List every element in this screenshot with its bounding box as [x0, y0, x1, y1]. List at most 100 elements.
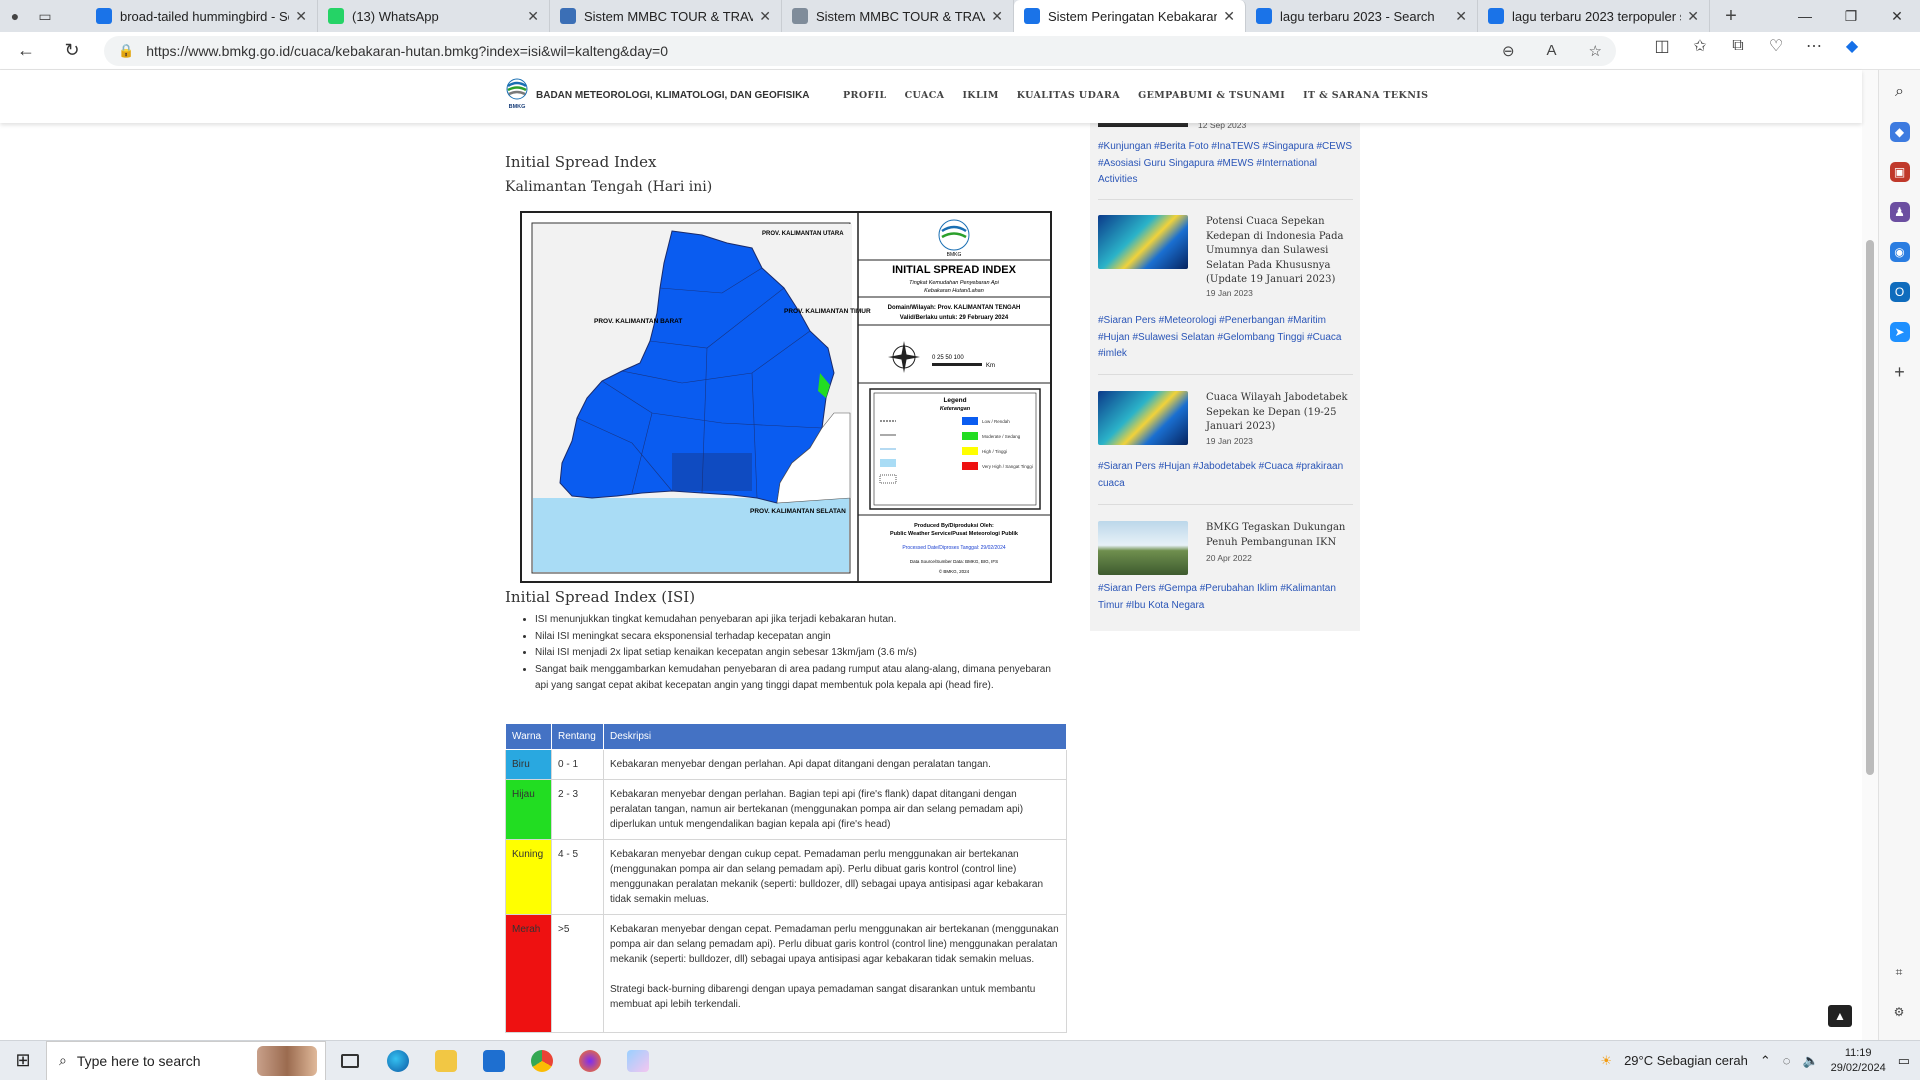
collections-icon[interactable]: ⧉ — [1726, 37, 1750, 55]
read-aloud-icon[interactable]: A — [1547, 42, 1557, 60]
paint-app-icon[interactable] — [614, 1041, 662, 1080]
page-scrollbar[interactable] — [1862, 70, 1878, 1040]
outlook-icon[interactable]: O — [1889, 282, 1910, 302]
screenshot-icon[interactable]: ⌗ — [1889, 962, 1909, 982]
nav-item[interactable]: PROFIL — [843, 90, 887, 101]
search-icon[interactable]: ⌕ — [1890, 82, 1910, 102]
back-button[interactable]: ← — [8, 33, 44, 69]
close-tab-icon[interactable]: ✕ — [295, 8, 307, 25]
site-name[interactable]: BADAN METEOROLOGI, KLIMATOLOGI, DAN GEOF… — [536, 90, 810, 101]
bullet-item: ISI menunjukkan tingkat kemudahan penyeb… — [535, 612, 1055, 629]
firefox-app-icon[interactable] — [566, 1041, 614, 1080]
browser-tab[interactable]: broad-tailed hummingbird - Se ✕ — [86, 0, 318, 32]
logo-text: BMKG — [509, 104, 526, 110]
more-menu-icon[interactable]: ⋯ — [1802, 36, 1826, 56]
minimize-button[interactable]: — — [1782, 8, 1828, 25]
close-tab-icon[interactable]: ✕ — [1223, 8, 1235, 25]
close-window-button[interactable]: ✕ — [1874, 8, 1920, 25]
range-cell: 2 - 3 — [551, 779, 604, 840]
news-title[interactable]: Cuaca Wilayah Jabodetabek Sepekan ke Dep… — [1206, 391, 1351, 435]
close-tab-icon[interactable]: ✕ — [991, 8, 1003, 25]
taskbar-search-box[interactable]: ⌕ Type here to search — [46, 1040, 326, 1080]
news-item[interactable]: BMKG Tegaskan Dukungan Penuh Pembangunan… — [1098, 521, 1353, 581]
browser-tab[interactable]: Sistem MMBC TOUR & TRAVEL ✕ — [782, 0, 1014, 32]
clock[interactable]: 11:19 29/02/2024 — [1831, 1046, 1886, 1076]
news-tags[interactable]: #Kunjungan #Berita Foto #InaTEWS #Singap… — [1098, 139, 1353, 189]
weather-text[interactable]: 29°C Sebagian cerah — [1624, 1053, 1748, 1068]
news-thumbnail[interactable] — [1098, 391, 1188, 445]
close-tab-icon[interactable]: ✕ — [527, 8, 539, 25]
nav-item[interactable]: CUACA — [905, 90, 945, 101]
nav-item[interactable]: IKLIM — [962, 90, 998, 101]
browser-tab[interactable]: (13) WhatsApp ✕ — [318, 0, 550, 32]
zoom-icon[interactable]: ⊖ — [1502, 42, 1515, 60]
windows-start-icon[interactable]: ⊞ — [0, 1041, 46, 1080]
desc-cell: Kebakaran menyebar dengan perlahan. Api … — [603, 749, 1067, 780]
add-sidebar-icon[interactable]: + — [1890, 362, 1910, 382]
network-icon[interactable]: ◌ — [1783, 1053, 1791, 1068]
show-hidden-icons[interactable]: ⌃ — [1760, 1053, 1771, 1069]
tools-icon[interactable]: ▣ — [1889, 162, 1910, 182]
shopping-icon[interactable]: ◆ — [1889, 122, 1910, 142]
news-item[interactable]: Cuaca Wilayah Jabodetabek Sepekan ke Dep… — [1098, 391, 1353, 451]
label-kalut: PROV. KALIMANTAN UTARA — [762, 231, 844, 237]
news-item[interactable]: Potensi Cuaca Sepekan Kedepan di Indones… — [1098, 215, 1353, 298]
favorite-star-icon[interactable]: ☆ — [1589, 42, 1602, 60]
browser-tab[interactable]: lagu terbaru 2023 terpopuler sa ✕ — [1478, 0, 1710, 32]
nav-item[interactable]: KUALITAS UDARA — [1017, 90, 1120, 101]
taskbar-search-placeholder: Type here to search — [76, 1052, 201, 1069]
settings-icon[interactable]: ⚙ — [1889, 1002, 1909, 1022]
news-thumbnail[interactable] — [1098, 521, 1188, 575]
desc-text: Kebakaran menyebar dengan perlahan. Bagi… — [610, 789, 1024, 830]
restore-button[interactable]: ❐ — [1828, 8, 1874, 25]
weather-icon[interactable]: ☀ — [1600, 1053, 1612, 1069]
site-header: BMKG BADAN METEOROLOGI, KLIMATOLOGI, DAN… — [0, 70, 1862, 123]
tab-title: lagu terbaru 2023 - Search — [1280, 8, 1435, 24]
news-tags[interactable]: #Siaran Pers #Gempa #Perubahan Iklim #Ka… — [1098, 581, 1353, 614]
isi-map-image[interactable]: PROV. KALIMANTAN BARAT PROV. KALIMANTAN … — [520, 211, 1052, 583]
profile-icon[interactable]: ● — [0, 1, 30, 31]
desc-cell: Kebakaran menyebar dengan cukup cepat. P… — [603, 839, 1067, 915]
favorites-icon[interactable]: ✩ — [1688, 36, 1712, 56]
tab-actions-icon[interactable]: ▭ — [30, 1, 60, 31]
browser-tab[interactable]: Sistem Peringatan Kebakaran H ✕ — [1014, 0, 1246, 32]
close-tab-icon[interactable]: ✕ — [759, 8, 771, 25]
url-field[interactable]: 🔒 https://www.bmkg.go.id/cuaca/kebakaran… — [104, 36, 1616, 66]
clock-time: 11:19 — [1844, 1046, 1872, 1059]
copilot-icon[interactable]: ◆ — [1840, 36, 1864, 56]
bmkg-logo-icon[interactable]: BMKG — [505, 78, 529, 110]
drop-icon[interactable]: ➤ — [1889, 322, 1910, 342]
news-title[interactable]: BMKG Tegaskan Dukungan Penuh Pembangunan… — [1206, 521, 1351, 550]
mail-icon[interactable] — [470, 1041, 518, 1080]
notifications-icon[interactable]: ▭ — [1898, 1053, 1910, 1069]
clock-date: 29/02/2024 — [1830, 1061, 1886, 1074]
nav-item[interactable]: IT & SARANA TEKNIS — [1303, 90, 1428, 101]
news-title[interactable]: Potensi Cuaca Sepekan Kedepan di Indones… — [1206, 215, 1351, 288]
browser-essentials-icon[interactable]: ♡ — [1764, 36, 1788, 56]
chrome-app-icon[interactable] — [518, 1041, 566, 1080]
news-tags[interactable]: #Siaran Pers #Meteorologi #Penerbangan #… — [1098, 313, 1353, 363]
new-tab-button[interactable]: + — [1716, 1, 1746, 31]
news-thumbnail[interactable] — [1098, 215, 1188, 269]
back-to-top-button[interactable]: ▲ — [1828, 1005, 1852, 1027]
browser-tab[interactable]: Sistem MMBC TOUR & TRAVEL ✕ — [550, 0, 782, 32]
microsoft365-icon[interactable]: ◉ — [1889, 242, 1910, 262]
refresh-button[interactable]: ↻ — [54, 33, 90, 69]
site-icon — [560, 8, 576, 24]
tab-strip: broad-tailed hummingbird - Se ✕ (13) Wha… — [86, 0, 1710, 32]
scrollbar-thumb[interactable] — [1866, 240, 1874, 775]
task-view-icon[interactable] — [326, 1041, 374, 1080]
map-copyright: © BMKG, 2024 — [939, 568, 970, 574]
edge-app-icon[interactable] — [374, 1041, 422, 1080]
split-screen-icon[interactable]: ◫ — [1650, 36, 1674, 56]
games-icon[interactable]: ♟ — [1889, 202, 1910, 222]
news-tags[interactable]: #Siaran Pers #Hujan #Jabodetabek #Cuaca … — [1098, 459, 1353, 492]
file-explorer-icon[interactable] — [422, 1041, 470, 1080]
close-tab-icon[interactable]: ✕ — [1455, 8, 1467, 25]
nav-item[interactable]: GEMPABUMI & TSUNAMI — [1138, 90, 1285, 101]
page-title: Initial Spread Index — [505, 153, 657, 171]
volume-icon[interactable]: 🔈 — [1802, 1053, 1818, 1069]
close-tab-icon[interactable]: ✕ — [1687, 8, 1699, 25]
site-icon — [792, 8, 808, 24]
browser-tab[interactable]: lagu terbaru 2023 - Search ✕ — [1246, 0, 1478, 32]
